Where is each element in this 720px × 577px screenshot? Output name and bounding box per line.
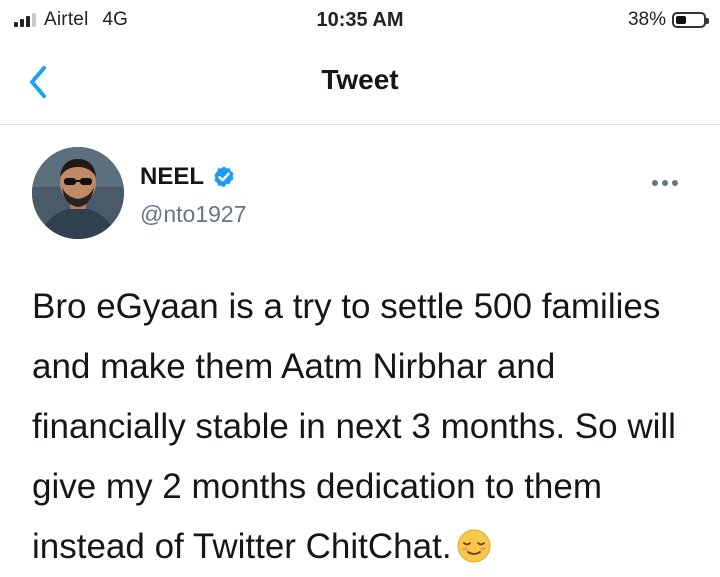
relieved-face-emoji	[457, 529, 491, 563]
status-time: 10:35 AM	[316, 9, 404, 31]
tweet-body: Bro eGyaan is a try to settle 500 famili…	[32, 287, 676, 566]
tweet: NEEL @nto1927 Bro eGyaan is a try to set…	[0, 125, 720, 568]
verified-badge-icon	[214, 166, 234, 188]
nav-bar: Tweet	[0, 40, 720, 125]
author-row: NEEL	[140, 163, 236, 191]
author-name[interactable]: NEEL	[140, 163, 204, 191]
author-handle[interactable]: @nto1927	[140, 201, 247, 228]
tweet-text: Bro eGyaan is a try to settle 500 famili…	[32, 277, 702, 577]
avatar-image	[32, 147, 124, 239]
status-bar: Airtel 4G 10:35 AM 38%	[0, 0, 720, 40]
more-dots-icon	[652, 173, 686, 191]
status-right: 38%	[627, 9, 709, 31]
page-title: Tweet	[321, 64, 399, 95]
more-options-button[interactable]	[652, 173, 686, 186]
battery-icon	[672, 12, 709, 28]
avatar[interactable]	[32, 147, 124, 239]
battery-percent: 38%	[627, 9, 666, 30]
battery-fill	[676, 16, 686, 24]
